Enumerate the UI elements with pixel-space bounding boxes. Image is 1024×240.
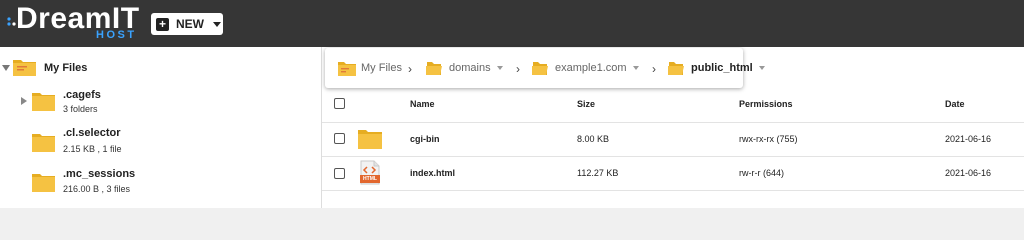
tree-item-cl-selector[interactable]: .cl.selector 2.15 KB , 1 file (0, 126, 320, 160)
tree-root-my-files[interactable]: My Files (0, 55, 320, 81)
file-permissions[interactable]: rwx-rx-rx (755) (739, 134, 798, 144)
column-header-permissions[interactable]: Permissions (739, 99, 793, 109)
tree-item-cagefs[interactable]: .cagefs 3 folders (0, 85, 320, 119)
folder-icon (32, 134, 55, 152)
folder-open-icon (668, 62, 684, 75)
breadcrumb-item-my-files[interactable]: My Files (337, 48, 402, 88)
folder-open-icon (426, 62, 442, 75)
breadcrumb-separator: › (516, 62, 520, 76)
tree-item-label: .cagefs (63, 89, 101, 101)
chevron-down-icon[interactable] (758, 66, 765, 70)
row-checkbox[interactable] (334, 133, 345, 144)
file-permissions[interactable]: rw-r-r (644) (739, 168, 784, 178)
tree-item-meta: 3 folders (63, 104, 98, 114)
breadcrumb-label: My Files (361, 62, 402, 74)
tree-item-meta: 216.00 B , 3 files (63, 184, 131, 194)
folder-icon (32, 174, 55, 192)
breadcrumb-item-domains[interactable]: domains (425, 48, 503, 88)
breadcrumb-item-example1[interactable]: example1.com (531, 48, 639, 88)
file-list-panel: My Files › domains › example1.com › publ… (322, 47, 1024, 208)
folder-icon (338, 61, 356, 76)
new-button[interactable]: + NEW (151, 13, 223, 35)
file-size: 8.00 KB (577, 134, 610, 144)
row-checkbox[interactable] (334, 168, 345, 179)
file-name[interactable]: index.html (410, 168, 455, 178)
tree-item-label: .cl.selector (63, 127, 121, 139)
breadcrumb-label: public_html (691, 62, 753, 74)
html-file-icon-label: HTML (363, 176, 377, 182)
select-all-checkbox[interactable] (334, 98, 345, 109)
column-header-date[interactable]: Date (945, 99, 965, 109)
html-file-icon: HTML (360, 160, 380, 185)
new-button-label: NEW (176, 17, 204, 31)
table-row[interactable]: HTML index.html 112.27 KB rw-r-r (644) 2… (322, 156, 1024, 191)
file-date: 2021-06-16 (945, 168, 992, 178)
chevron-down-icon[interactable] (496, 66, 503, 70)
table-header: Name Size Permissions Date (322, 89, 1024, 123)
chevron-down-icon[interactable] (632, 66, 639, 70)
brand-subtitle: HOST (96, 29, 137, 41)
file-name[interactable]: cgi-bin (410, 134, 440, 144)
file-size: 112.27 KB (577, 168, 619, 178)
breadcrumb-separator: › (408, 62, 412, 76)
folder-open-icon (532, 62, 548, 75)
breadcrumb-label: example1.com (555, 62, 627, 74)
breadcrumb-separator: › (652, 62, 656, 76)
expand-arrow-icon[interactable] (21, 97, 27, 105)
file-date: 2021-06-16 (945, 134, 992, 144)
column-header-name[interactable]: Name (410, 99, 435, 109)
tree-item-label: .mc_sessions (63, 168, 136, 180)
brand-logo[interactable]: DreamIT HOST (6, 2, 146, 42)
column-header-size[interactable]: Size (577, 99, 595, 109)
tree-item-meta: 2.15 KB , 1 file (63, 144, 122, 154)
sidebar-tree: My Files .cagefs 3 folders .cl.selector … (0, 47, 322, 208)
tree-root-label: My Files (44, 62, 88, 74)
collapse-arrow-icon[interactable] (2, 65, 10, 71)
caret-down-icon (213, 21, 221, 27)
plus-icon: + (156, 17, 169, 31)
folder-icon (32, 93, 55, 111)
tree-item-mc-sessions[interactable]: .mc_sessions 216.00 B , 3 files (0, 166, 320, 200)
breadcrumb-label: domains (449, 62, 491, 74)
table-row[interactable]: cgi-bin 8.00 KB rwx-rx-rx (755) 2021-06-… (322, 122, 1024, 157)
breadcrumb-item-public-html[interactable]: public_html (667, 48, 765, 88)
breadcrumb: My Files › domains › example1.com › publ… (325, 48, 765, 88)
top-bar: DreamIT HOST + NEW (0, 0, 1024, 47)
folder-icon (358, 130, 382, 149)
folder-icon (13, 60, 36, 76)
